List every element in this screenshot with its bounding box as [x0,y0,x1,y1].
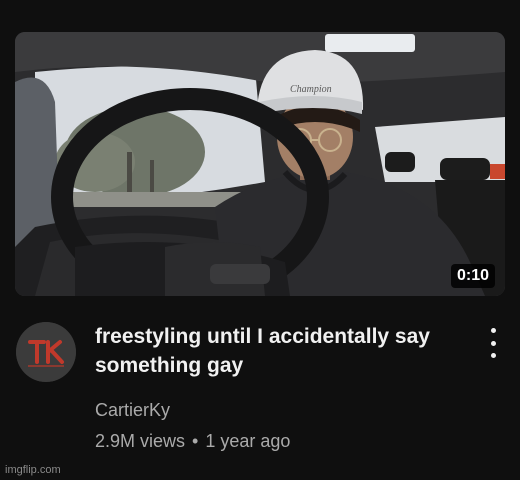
upload-age: 1 year ago [205,431,291,451]
thumbnail-image: Champion [15,32,505,296]
imgflip-watermark: imgflip.com [5,464,61,476]
video-title[interactable]: freestyling until I accidentally say som… [95,322,465,380]
duration-badge: 0:10 [450,264,495,288]
video-metadata: 2.9M views • 1 year ago [95,431,290,452]
channel-name[interactable]: CartierKy [95,400,170,421]
svg-text:Champion: Champion [290,84,332,95]
more-options-button[interactable] [480,326,506,360]
video-thumbnail[interactable]: Champion 0:10 [15,32,505,296]
meta-separator: • [192,431,199,451]
more-vert-icon [490,328,496,333]
video-card[interactable]: Champion 0:10 freestyling until I accide… [0,0,520,480]
channel-avatar[interactable] [16,322,76,382]
view-count: 2.9M views [95,431,186,451]
channel-logo-icon [16,322,76,382]
